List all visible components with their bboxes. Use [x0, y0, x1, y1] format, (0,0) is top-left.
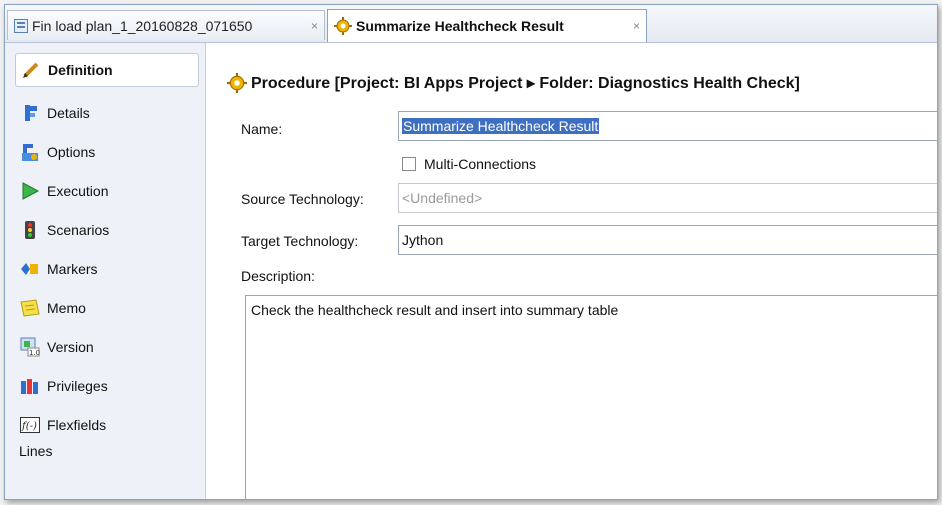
sidebar-item-label: Markers	[47, 261, 98, 277]
tab-label: Fin load plan_1_20160828_071650	[32, 17, 253, 34]
sidebar-item-label: Details	[47, 105, 90, 121]
svg-text:f(-): f(-)	[21, 421, 37, 432]
sidebar-item-label: Version	[47, 339, 94, 355]
lines-section-label[interactable]: Lines	[19, 443, 52, 459]
privileges-icon	[19, 375, 41, 397]
pencil-icon	[20, 59, 42, 81]
sidebar-item-scenarios[interactable]: Scenarios	[19, 216, 109, 244]
sidebar-item-memo[interactable]: Memo	[19, 294, 86, 322]
sidebar-item-flexfields[interactable]: f(-) Flexfields	[19, 411, 106, 439]
name-field-value: Summarize Healthcheck Result	[402, 118, 600, 134]
tab-summarize-healthcheck[interactable]: Summarize Healthcheck Result ×	[327, 9, 647, 42]
editor-window: Fin load plan_1_20160828_071650 × Summar…	[4, 4, 938, 500]
sidebar-item-options[interactable]: Options	[19, 138, 95, 166]
load-plan-icon	[14, 18, 28, 33]
sidebar-item-definition[interactable]: Definition	[15, 53, 199, 87]
details-icon	[19, 102, 41, 124]
sidebar-item-markers[interactable]: Markers	[19, 255, 98, 283]
sidebar-item-privileges[interactable]: Privileges	[19, 372, 108, 400]
name-field[interactable]: Summarize Healthcheck Result	[398, 111, 937, 141]
close-icon[interactable]: ×	[303, 19, 318, 33]
tab-fin-load-plan[interactable]: Fin load plan_1_20160828_071650 ×	[7, 10, 325, 40]
target-technology-field[interactable]: Jython	[398, 225, 937, 255]
checkbox-box[interactable]	[402, 157, 416, 171]
markers-icon	[19, 258, 41, 280]
tab-strip: Fin load plan_1_20160828_071650 × Summar…	[5, 5, 937, 43]
sidebar-item-execution[interactable]: Execution	[19, 177, 108, 205]
version-icon: 1.0	[19, 336, 41, 358]
sidebar-item-label: Execution	[47, 183, 109, 199]
procedure-gear-icon	[334, 17, 352, 35]
sidebar-item-label: Options	[47, 144, 96, 160]
sidebar: Definition Details Options Execution Sce…	[5, 43, 206, 499]
options-icon	[19, 141, 41, 163]
sidebar-item-label: Definition	[48, 62, 113, 78]
traffic-light-icon	[19, 219, 41, 241]
sidebar-item-details[interactable]: Details	[19, 99, 90, 127]
procedure-gear-icon	[227, 73, 247, 93]
sidebar-item-label: Privileges	[47, 378, 108, 394]
flexfields-icon: f(-)	[19, 414, 41, 436]
close-icon[interactable]: ×	[625, 19, 640, 33]
description-label: Description:	[241, 268, 315, 284]
page-title: Procedure [Project: BI Apps Project ▸ Fo…	[227, 73, 800, 93]
name-label: Name:	[241, 121, 283, 137]
sidebar-item-version[interactable]: 1.0 Version	[19, 333, 94, 361]
target-technology-label: Target Technology:	[241, 233, 359, 249]
multi-connections-label: Multi-Connections	[424, 156, 537, 172]
source-technology-label: Source Technology:	[241, 191, 364, 207]
tab-label: Summarize Healthcheck Result	[356, 18, 564, 34]
sidebar-item-label: Scenarios	[47, 222, 110, 238]
multi-connections-checkbox[interactable]: Multi-Connections	[402, 156, 536, 172]
page-title-text: Procedure [Project: BI Apps Project ▸ Fo…	[251, 75, 800, 92]
sidebar-item-label: Memo	[47, 300, 86, 316]
svg-text:1.0: 1.0	[29, 349, 40, 357]
source-technology-field: <Undefined>	[398, 183, 937, 213]
play-icon	[19, 180, 41, 202]
description-textarea[interactable]: Check the healthcheck result and insert …	[245, 295, 937, 499]
memo-icon	[19, 297, 41, 319]
sidebar-item-label: Flexfields	[47, 417, 107, 433]
